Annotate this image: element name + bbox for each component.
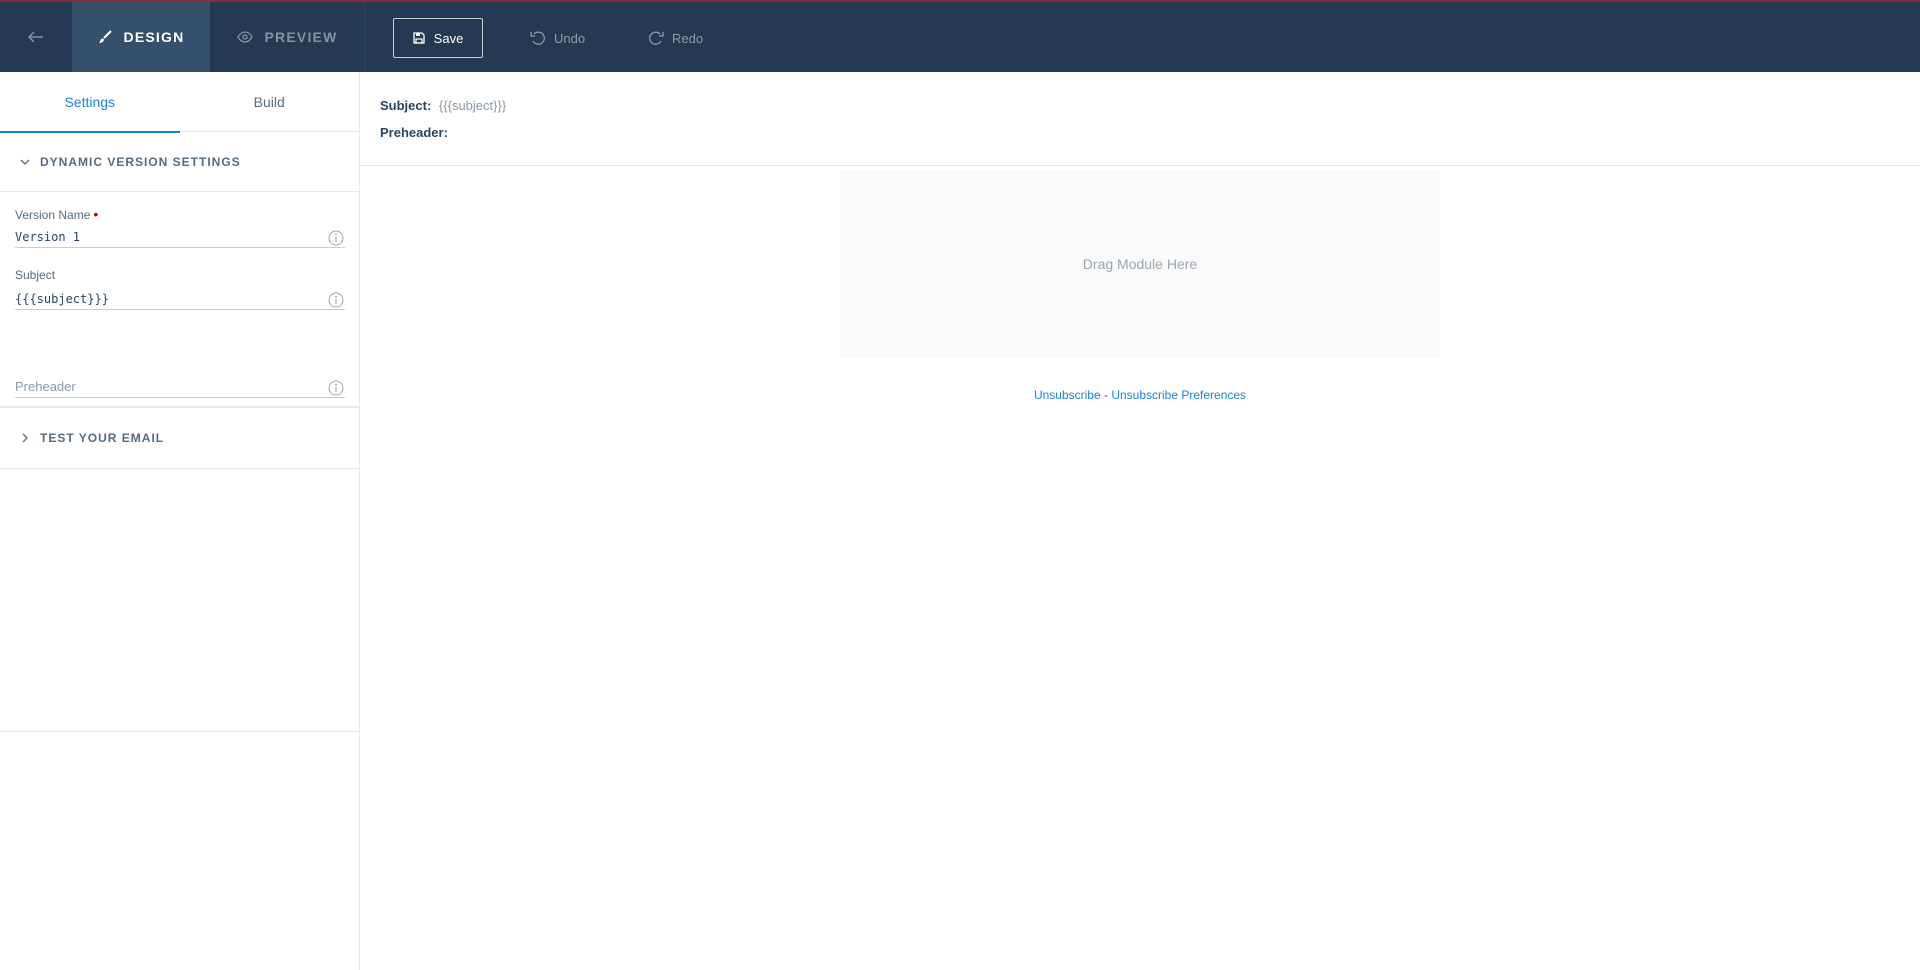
email-meta-header: Subject: {{{subject}}} Preheader: bbox=[360, 72, 1920, 166]
dynamic-version-fields: Version Name• Subject bbox=[0, 192, 359, 408]
info-icon[interactable] bbox=[328, 292, 344, 308]
undo-button[interactable]: Undo bbox=[530, 18, 585, 58]
unsubscribe-preferences-link[interactable]: Unsubscribe Preferences bbox=[1111, 388, 1246, 402]
preheader-preview-label: Preheader: bbox=[380, 125, 448, 140]
dropzone-text: Drag Module Here bbox=[1082, 256, 1198, 272]
back-button[interactable] bbox=[0, 2, 72, 72]
subject-preview-label: Subject: bbox=[380, 98, 432, 113]
arrow-left-icon bbox=[28, 31, 43, 43]
version-name-input[interactable] bbox=[15, 226, 345, 248]
tab-design-label: DESIGN bbox=[123, 29, 185, 45]
subject-label: Subject bbox=[15, 268, 56, 282]
dynamic-version-settings-toggle[interactable]: DYNAMIC VERSION SETTINGS bbox=[0, 132, 359, 192]
preheader-input[interactable] bbox=[15, 376, 345, 398]
sidebar-divider bbox=[0, 731, 359, 732]
unsubscribe-footer: Unsubscribe - Unsubscribe Preferences bbox=[360, 388, 1920, 402]
tab-design[interactable]: DESIGN bbox=[72, 2, 210, 72]
save-button[interactable]: Save bbox=[393, 18, 483, 58]
preheader-field-group bbox=[15, 316, 345, 408]
eye-icon bbox=[236, 31, 253, 43]
module-dropzone[interactable]: Drag Module Here bbox=[840, 170, 1440, 358]
link-separator: - bbox=[1100, 388, 1112, 402]
sidebar-tabs: Settings Build bbox=[0, 72, 360, 133]
brush-icon bbox=[98, 30, 112, 43]
floppy-disk-icon bbox=[413, 32, 425, 44]
toolbar-divider bbox=[364, 2, 365, 72]
version-name-field-group: Version Name • bbox=[15, 192, 345, 254]
tab-settings[interactable]: Settings bbox=[0, 72, 180, 133]
section-title: TEST YOUR EMAIL bbox=[40, 431, 165, 445]
test-your-email-toggle[interactable]: TEST YOUR EMAIL bbox=[0, 408, 359, 469]
unsubscribe-link[interactable]: Unsubscribe bbox=[1034, 388, 1101, 402]
subject-preview-value: {{{subject}}} bbox=[438, 98, 507, 113]
tab-preview-label: PREVIEW bbox=[264, 29, 338, 45]
info-icon[interactable] bbox=[328, 230, 344, 246]
preheader-preview-row: Preheader: bbox=[380, 125, 1920, 152]
subject-field-group: Subject bbox=[15, 254, 345, 316]
tab-build-label: Build bbox=[253, 94, 285, 110]
top-toolbar: DESIGN PREVIEW Save Undo Redo bbox=[0, 0, 1920, 72]
version-name-label: Version Name • bbox=[15, 206, 98, 222]
redo-label: Redo bbox=[672, 30, 704, 46]
redo-icon bbox=[649, 31, 664, 45]
chevron-down-icon bbox=[20, 159, 30, 165]
settings-sidebar: Settings Build DYNAMIC VERSION SETTINGS … bbox=[0, 72, 360, 970]
redo-button[interactable]: Redo bbox=[648, 18, 703, 58]
tab-build[interactable]: Build bbox=[180, 72, 360, 132]
info-icon[interactable] bbox=[328, 380, 344, 396]
tab-preview[interactable]: PREVIEW bbox=[210, 2, 364, 72]
subject-preview-row: Subject: {{{subject}}} bbox=[380, 98, 1920, 125]
version-name-label-text: Version Name bbox=[15, 208, 91, 222]
undo-label: Undo bbox=[554, 30, 586, 46]
chevron-right-icon bbox=[22, 433, 28, 443]
save-button-label: Save bbox=[433, 30, 464, 46]
tab-settings-label: Settings bbox=[64, 94, 116, 110]
email-canvas: Subject: {{{subject}}} Preheader: Drag M… bbox=[360, 72, 1920, 970]
section-title: DYNAMIC VERSION SETTINGS bbox=[40, 154, 241, 169]
required-indicator: • bbox=[93, 206, 99, 222]
subject-input[interactable] bbox=[15, 288, 345, 310]
undo-icon bbox=[530, 31, 545, 45]
